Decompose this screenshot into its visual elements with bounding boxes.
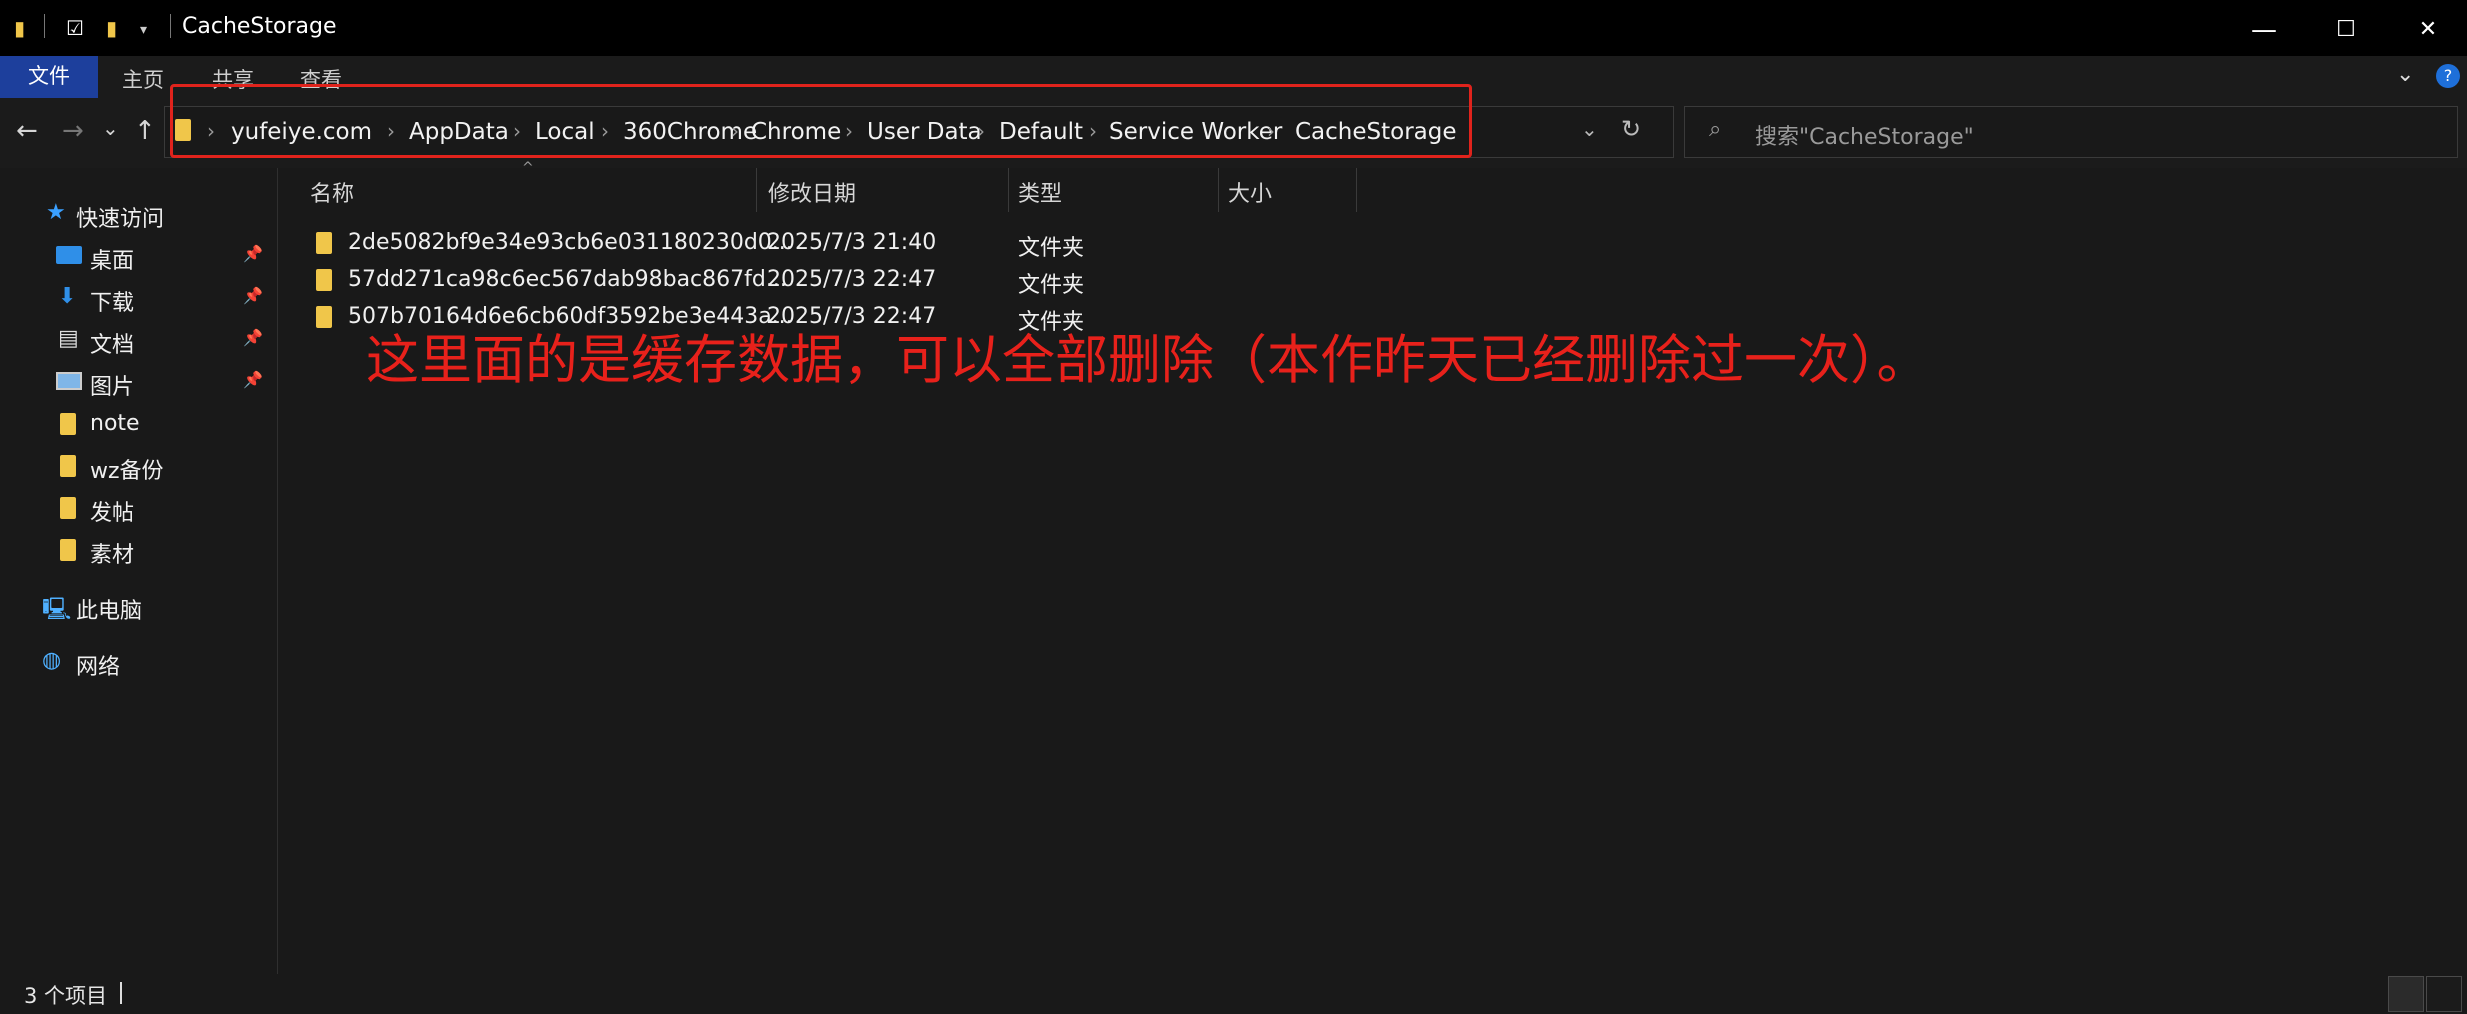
search-box[interactable]: ⌕ 搜索"CacheStorage"	[1684, 106, 2458, 158]
expand-ribbon-icon[interactable]: ⌄	[2396, 62, 2414, 87]
sidebar-item-materials[interactable]: 素材	[0, 530, 277, 570]
file-name: 57dd271ca98c6ec567dab98bac867fd...	[348, 267, 787, 292]
column-header-type[interactable]: 类型	[1018, 176, 1062, 208]
network-icon: ◍	[42, 648, 62, 673]
sidebar-item-wz-backup[interactable]: wz备份	[0, 446, 277, 486]
column-header-name[interactable]: 名称	[310, 176, 354, 208]
column-divider[interactable]	[1356, 168, 1357, 212]
sidebar-item-label: 图片	[90, 375, 135, 400]
folder-icon	[60, 455, 76, 477]
tab-file[interactable]: 文件	[0, 56, 98, 98]
file-name: 2de5082bf9e34e93cb6e031180230d0...	[348, 230, 793, 255]
help-icon[interactable]: ?	[2436, 64, 2460, 88]
status-bar: 3 个项目	[0, 974, 2467, 1014]
up-button[interactable]: ↑	[134, 116, 156, 146]
divider	[170, 14, 171, 38]
table-row[interactable]: 2de5082bf9e34e93cb6e031180230d0... 2025/…	[278, 226, 1478, 262]
annotation-text: 这里面的是缓存数据，可以全部删除（本作昨天已经删除过一次）。	[366, 330, 1930, 391]
details-view-button[interactable]	[2388, 976, 2424, 1012]
desktop-icon	[56, 246, 82, 264]
file-list: ^ 名称 修改日期 类型 大小 2de5082bf9e34e93cb6e0311…	[278, 160, 2467, 974]
sidebar-item-documents[interactable]: ▤ 文档 📌	[0, 320, 277, 360]
item-count: 3 个项目	[24, 984, 108, 1008]
computer-icon: 🖳	[42, 597, 72, 622]
large-icons-view-button[interactable]	[2426, 976, 2462, 1012]
sidebar-item-label: wz备份	[90, 459, 164, 484]
divider	[44, 14, 45, 38]
minimize-button[interactable]: —	[2228, 8, 2300, 52]
file-type: 文件夹	[1018, 273, 1085, 298]
sidebar-item-label: note	[90, 411, 140, 436]
sidebar-item-label: 此电脑	[76, 599, 143, 624]
pin-icon: 📌	[243, 244, 263, 263]
pictures-icon	[56, 372, 82, 390]
sidebar-item-label: 桌面	[90, 249, 135, 274]
download-icon: ⬇	[58, 284, 77, 309]
column-divider[interactable]	[1218, 168, 1219, 212]
sidebar-item-quick-access[interactable]: ★ 快速访问	[0, 194, 277, 234]
sort-ascending-icon: ^	[522, 160, 534, 176]
sidebar-item-label: 文档	[90, 333, 135, 358]
tab-home[interactable]: 主页	[122, 64, 164, 94]
folder-icon	[316, 306, 332, 328]
sidebar-item-this-pc[interactable]: 🖳 此电脑	[0, 586, 277, 626]
folder-icon: ▮	[14, 16, 26, 40]
pin-icon: 📌	[243, 328, 263, 347]
file-type: 文件夹	[1018, 236, 1085, 261]
sidebar-item-label: 快速访问	[76, 207, 165, 232]
annotation-highlight-box	[170, 84, 1472, 158]
back-button[interactable]: ←	[16, 116, 38, 146]
star-icon: ★	[46, 200, 66, 225]
close-button[interactable]: ✕	[2392, 8, 2464, 52]
folder-icon	[60, 413, 76, 435]
folder-icon	[60, 539, 76, 561]
new-folder-icon[interactable]: ▮	[106, 16, 117, 40]
sidebar-item-label: 网络	[76, 655, 121, 680]
search-icon: ⌕	[1709, 117, 1722, 142]
folder-icon	[60, 497, 76, 519]
address-dropdown-button[interactable]: ⌄	[1581, 117, 1598, 141]
window-title: CacheStorage	[182, 14, 337, 39]
sidebar-item-desktop[interactable]: 桌面 📌	[0, 236, 277, 276]
sidebar-item-pictures[interactable]: 图片 📌	[0, 362, 277, 402]
customize-quick-access-icon[interactable]: ▾	[140, 22, 147, 38]
sidebar-item-downloads[interactable]: ⬇ 下载 📌	[0, 278, 277, 318]
maximize-button[interactable]: ☐	[2310, 8, 2382, 52]
forward-button[interactable]: →	[62, 116, 84, 146]
document-icon: ▤	[58, 326, 79, 351]
pin-icon: 📌	[243, 370, 263, 389]
folder-icon	[316, 269, 332, 291]
refresh-button[interactable]: ↻	[1621, 115, 1641, 143]
column-divider[interactable]	[1008, 168, 1009, 212]
title-bar: ▮ ☑ ▮ ▾ CacheStorage — ☐ ✕	[0, 0, 2467, 56]
text-cursor	[120, 982, 122, 1004]
pin-icon: 📌	[243, 286, 263, 305]
sidebar-item-label: 素材	[90, 543, 135, 568]
navigation-pane: ★ 快速访问 桌面 📌 ⬇ 下载 📌 ▤ 文档 📌 图片 📌 note wz备份…	[0, 168, 278, 974]
folder-icon	[316, 232, 332, 254]
properties-icon[interactable]: ☑	[66, 16, 84, 40]
search-input[interactable]: 搜索"CacheStorage"	[1755, 119, 1974, 151]
column-header-date-modified[interactable]: 修改日期	[768, 176, 856, 208]
sidebar-item-label: 下载	[90, 291, 135, 316]
sidebar-item-note[interactable]: note	[0, 404, 277, 444]
file-date: 2025/7/3 22:47	[767, 267, 937, 292]
sidebar-item-network[interactable]: ◍ 网络	[0, 642, 277, 682]
column-header-size[interactable]: 大小	[1228, 176, 1272, 208]
sidebar-item-posts[interactable]: 发帖	[0, 488, 277, 528]
recent-locations-button[interactable]: ⌄	[102, 116, 119, 140]
file-date: 2025/7/3 21:40	[767, 230, 937, 255]
table-row[interactable]: 57dd271ca98c6ec567dab98bac867fd... 2025/…	[278, 263, 1478, 299]
sidebar-item-label: 发帖	[90, 501, 135, 526]
column-divider[interactable]	[756, 168, 757, 212]
